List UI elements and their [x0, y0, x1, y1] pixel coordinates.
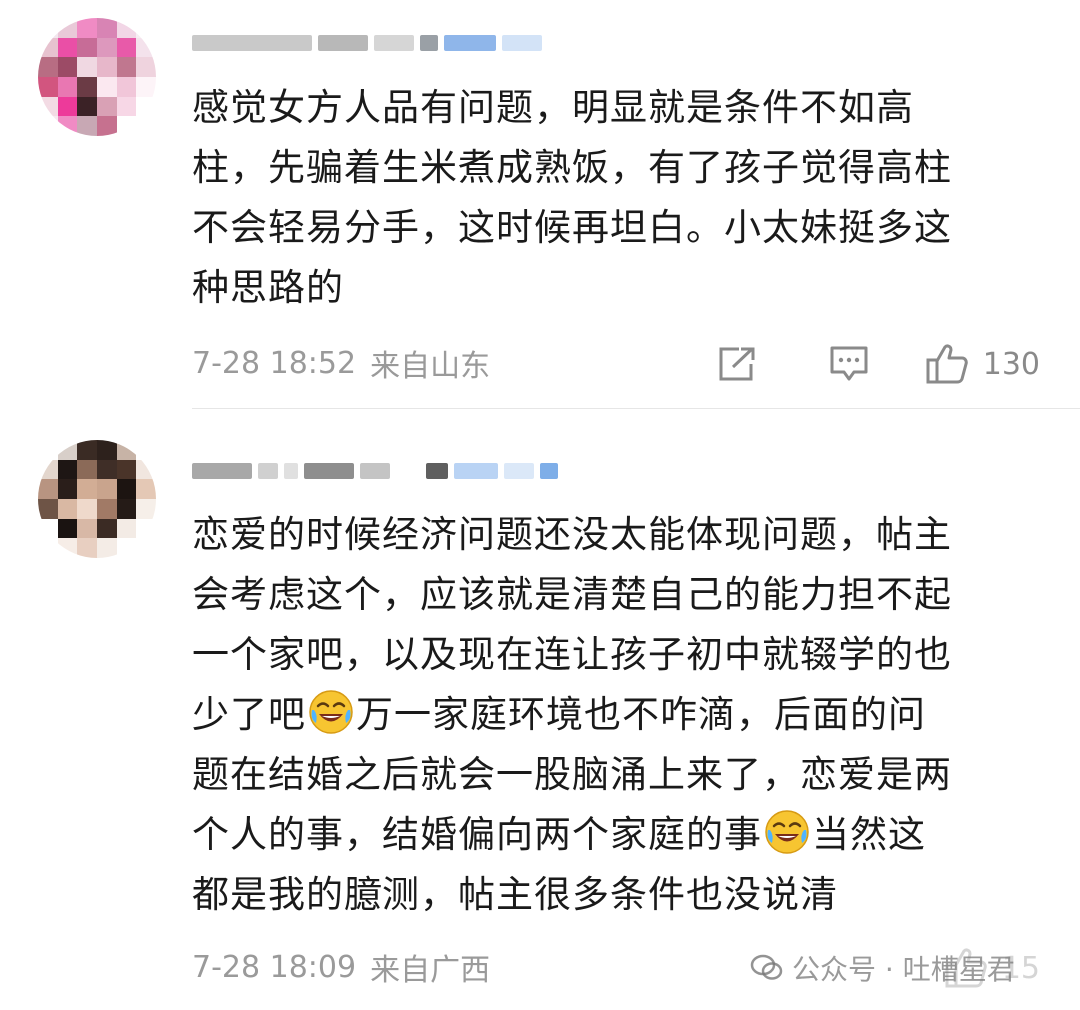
comment-divider — [192, 408, 1080, 409]
comment-line: 会考虑这个，应该就是清楚自己的能力担不起 — [192, 573, 952, 616]
username-blur — [420, 35, 438, 51]
comment-location: 来自山东 — [370, 349, 491, 384]
comment-meta: 7-28 18:09 来自广西 — [192, 947, 491, 989]
avatar-mosaic — [38, 18, 156, 136]
vip-badge-blur — [504, 463, 534, 479]
share-button[interactable] — [717, 346, 757, 382]
comment-location: 来自广西 — [370, 953, 491, 988]
share-icon — [719, 347, 755, 381]
username-blur — [258, 463, 278, 479]
comment-fragment: 万一家庭环境也不咋滴，后面的问 — [356, 693, 926, 736]
username-redacted[interactable] — [192, 458, 558, 484]
like-count: 130 — [982, 346, 1040, 382]
username-blur — [360, 463, 390, 479]
username-blur — [192, 35, 312, 51]
comment-icon — [830, 346, 868, 381]
reply-button[interactable] — [829, 345, 869, 383]
comment-fragment: 当然这 — [812, 813, 926, 856]
comment-actions: 130 — [717, 342, 1040, 386]
comment-item: 恋爱的时候经济问题还没太能体现问题，帖主 会考虑这个，应该就是清楚自己的能力担不… — [0, 410, 1080, 1010]
comment-line: 少了吧 万一家庭环境也不咋滴，后面的问 — [192, 685, 1052, 745]
avatar[interactable] — [38, 440, 156, 558]
username-redacted[interactable] — [192, 30, 542, 56]
vip-badge-blur — [540, 463, 558, 479]
comment-line: 都是我的臆测，帖主很多条件也没说清 — [192, 873, 838, 916]
comment-line: 感觉女方人品有问题，明显就是条件不如高 — [192, 86, 914, 129]
comment-fragment: 少了吧 — [192, 693, 306, 736]
comment-meta: 7-28 18:52 来自山东 — [192, 343, 491, 385]
comment-feed: 感觉女方人品有问题，明显就是条件不如高 柱，先骗着生米煮成熟饭，有了孩子觉得高柱… — [0, 0, 1080, 1010]
comment-text: 恋爱的时候经济问题还没太能体现问题，帖主 会考虑这个，应该就是清楚自己的能力担不… — [192, 505, 1052, 925]
crying-laughing-emoji — [765, 810, 809, 854]
username-blur — [192, 463, 252, 479]
comment-line: 个人的事，结婚偏向两个家庭的事 当然这 — [192, 805, 1052, 865]
comment-line: 恋爱的时候经济问题还没太能体现问题，帖主 — [192, 513, 952, 556]
username-blur — [318, 35, 368, 51]
username-blur — [304, 463, 354, 479]
comment-line: 柱，先骗着生米煮成熟饭，有了孩子觉得高柱 — [192, 146, 952, 189]
crying-laughing-emoji — [309, 690, 353, 734]
comment-time: 7-28 18:52 — [192, 345, 357, 381]
comment-line: 不会轻易分手，这时候再坦白。小太妹挺多这 — [192, 206, 952, 249]
comment-fragment: 个人的事，结婚偏向两个家庭的事 — [192, 813, 762, 856]
thumbs-up-icon — [926, 344, 968, 384]
avatar[interactable] — [38, 18, 156, 136]
comment-text: 感觉女方人品有问题，明显就是条件不如高 柱，先骗着生米煮成熟饭，有了孩子觉得高柱… — [192, 78, 1052, 318]
comment-line: 题在结婚之后就会一股脑涌上来了，恋爱是两 — [192, 753, 952, 796]
vip-badge-blur — [502, 35, 542, 51]
watermark-text: 公众号 · 吐槽星君 — [792, 953, 1015, 986]
like-button[interactable]: 130 — [925, 343, 1040, 385]
wechat-logo-icon — [750, 954, 783, 980]
comment-line: 种思路的 — [192, 266, 344, 309]
username-blur — [426, 463, 448, 479]
avatar-mosaic — [38, 440, 156, 558]
watermark: 公众号 · 吐槽星君 — [750, 948, 1015, 988]
comment-time: 7-28 18:09 — [192, 949, 357, 985]
vip-badge-blur — [454, 463, 498, 479]
vip-badge-blur — [444, 35, 496, 51]
comment-item: 感觉女方人品有问题，明显就是条件不如高 柱，先骗着生米煮成熟饭，有了孩子觉得高柱… — [0, 0, 1080, 408]
comment-line: 一个家吧，以及现在连让孩子初中就辍学的也 — [192, 633, 952, 676]
username-blur — [284, 463, 298, 479]
username-blur — [374, 35, 414, 51]
